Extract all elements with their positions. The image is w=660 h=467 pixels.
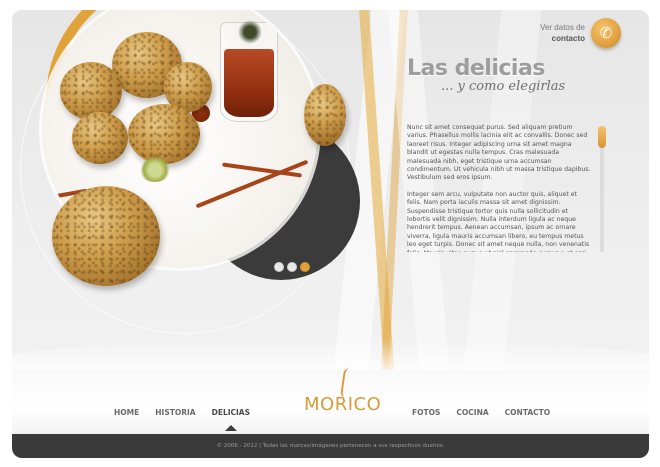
nav-item-home[interactable]: HOME: [114, 408, 139, 417]
scrollbar-thumb[interactable]: [598, 126, 606, 148]
croquette: [60, 62, 122, 120]
page-frame: Ver datos de contacto ✆ Las delicias ...…: [12, 10, 649, 458]
article-paragraph: Nunc sit amet consequat purus. Sed aliqu…: [407, 124, 591, 182]
garnish-sprout: [138, 158, 172, 182]
croquette: [72, 112, 128, 164]
phone-icon: ✆: [599, 25, 613, 42]
slider-dot[interactable]: [274, 262, 284, 272]
active-nav-indicator: [224, 425, 237, 431]
section-heading: Las delicias ... y como elegirlas: [407, 56, 627, 94]
contact-text[interactable]: Ver datos de contacto: [540, 22, 585, 44]
nav-item-cocina[interactable]: COCINA: [456, 408, 488, 417]
contact-line2: contacto: [551, 34, 585, 43]
nav-item-contacto[interactable]: CONTACTO: [505, 408, 551, 417]
sauce-glass: [220, 19, 278, 122]
contact-line1: Ver datos de: [540, 23, 585, 32]
contact-link[interactable]: Ver datos de contacto ✆: [540, 18, 621, 48]
article-text: Nunc sit amet consequat purus. Sed aliqu…: [407, 124, 592, 252]
croquette-right: [304, 84, 346, 146]
sauce-liquid: [224, 49, 274, 117]
herb-garnish: [235, 19, 265, 45]
copyright-text: © 2006 - 2012 | Todas las marcas/imágene…: [216, 443, 445, 449]
phone-button[interactable]: ✆: [591, 18, 621, 48]
nav-item-historia[interactable]: HISTORIA: [155, 408, 195, 417]
page-title: Las delicias: [407, 56, 545, 81]
article-scrollbar[interactable]: [598, 126, 606, 252]
slider-dots: [274, 262, 310, 272]
croquette-front: [52, 186, 160, 286]
main-nav-right: FOTOS COCINA CONTACTO: [412, 408, 550, 417]
article-paragraph: Integer sem arcu, vulputate non auctor q…: [407, 190, 590, 252]
page-subtitle: ... y como elegirlas: [441, 79, 566, 94]
croquette: [128, 104, 200, 164]
site-logo[interactable]: MORICO: [304, 394, 381, 415]
nav-item-fotos[interactable]: FOTOS: [412, 408, 440, 417]
slider-dot[interactable]: [287, 262, 297, 272]
main-nav-left: HOME HISTORIA DELICIAS: [114, 408, 251, 431]
nav-item-delicias[interactable]: DELICIAS: [211, 408, 251, 431]
slider-dot-active[interactable]: [300, 262, 310, 272]
nav-item-label: DELICIAS: [211, 408, 251, 417]
footer: © 2006 - 2012 | Todas las marcas/imágene…: [12, 434, 649, 458]
